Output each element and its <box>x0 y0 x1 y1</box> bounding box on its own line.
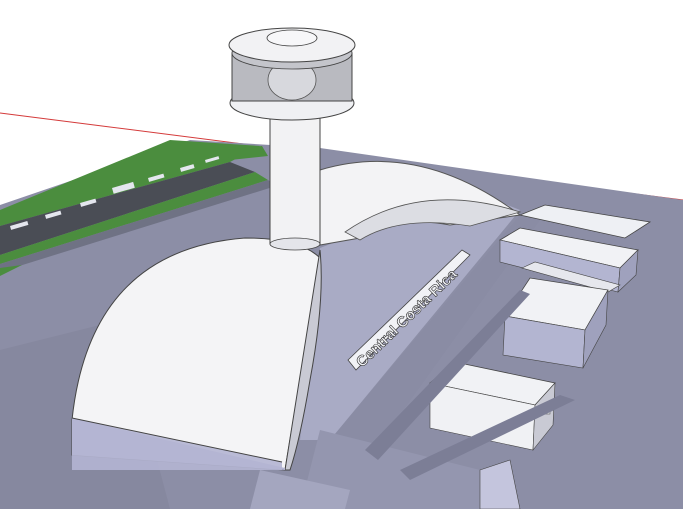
sketchup-viewport[interactable]: Central Costa Rica <box>0 0 683 509</box>
airport-3d-scene[interactable]: Central Costa Rica <box>0 0 683 509</box>
tower-cap-knob <box>266 29 318 47</box>
tower-shaft[interactable] <box>269 115 321 245</box>
tower-shaft-base <box>269 237 321 251</box>
